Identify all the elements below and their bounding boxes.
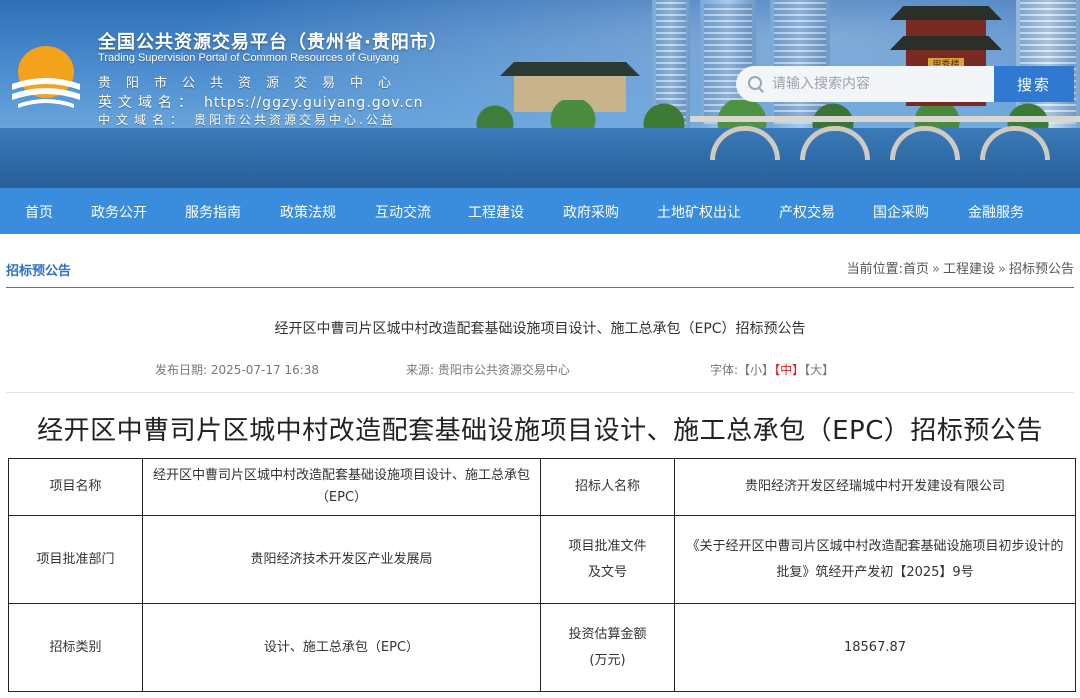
font-large-button[interactable]: 【大】 <box>804 363 834 377</box>
breadcrumb-separator: » <box>932 262 940 277</box>
domain-en-value: https://ggzy.guiyang.gov.cn <box>204 95 424 111</box>
table-label: 项目批准部门 <box>8 515 143 604</box>
nav-item-finance[interactable]: 金融服务 <box>968 202 1024 222</box>
nav-item-soe-procurement[interactable]: 国企采购 <box>873 202 929 222</box>
table-value: 经开区中曹司片区城中村改造配套基础设施项目设计、施工总承包（EPC） <box>142 458 541 516</box>
breadcrumb-prefix: 当前位置: <box>846 262 904 277</box>
content-heading: 经开区中曹司片区城中村改造配套基础设施项目设计、施工总承包（EPC）招标预公告 <box>37 416 1043 446</box>
site-logo-icon[interactable] <box>8 42 84 110</box>
section-header: 招标预公告 当前位置:首页» 工程建设» 招标预公告 <box>6 250 1074 288</box>
font-size-label: 字体: <box>710 363 739 377</box>
breadcrumb-engineering[interactable]: 工程建设 <box>943 262 995 277</box>
table-value: 《关于经开区中曹司片区城中村改造配套基础设施项目初步设计的批复》筑经开产发初【2… <box>674 515 1076 604</box>
font-size-controls: 字体:【小】【中】【大】 <box>710 361 834 378</box>
nav-item-land-mining[interactable]: 土地矿权出让 <box>657 202 741 222</box>
breadcrumb-separator: » <box>998 262 1006 277</box>
project-info-table: 项目名称 经开区中曹司片区城中村改造配套基础设施项目设计、施工总承包（EPC） … <box>8 458 1076 692</box>
search-icon <box>748 76 764 92</box>
publish-date-label: 发布日期: <box>155 363 208 377</box>
nav-item-home[interactable]: 首页 <box>25 202 53 222</box>
table-value: 贵阳经济开发区经瑞城中村开发建设有限公司 <box>674 458 1076 516</box>
nav-item-policy[interactable]: 政策法规 <box>280 202 336 222</box>
nav-item-property[interactable]: 产权交易 <box>779 202 835 222</box>
site-title-english: Trading Supervision Portal of Common Res… <box>98 52 400 64</box>
nav-item-gov-affairs[interactable]: 政务公开 <box>91 202 147 222</box>
divider <box>6 392 1074 393</box>
font-medium-button[interactable]: 【中】 <box>774 363 804 377</box>
nav-item-gov-procurement[interactable]: 政府采购 <box>563 202 619 222</box>
breadcrumb-current[interactable]: 招标预公告 <box>1009 262 1074 277</box>
nav-item-interaction[interactable]: 互动交流 <box>375 202 431 222</box>
table-value: 贵阳经济技术开发区产业发展局 <box>142 515 541 604</box>
nav-item-engineering[interactable]: 工程建设 <box>468 202 524 222</box>
publish-date: 发布日期: 2025-07-17 16:38 <box>155 361 319 378</box>
site-subtitle: 贵阳市公共资源交易中心 <box>98 76 407 91</box>
search-input[interactable] <box>772 76 992 92</box>
table-label: 项目批准文件及文号 <box>540 515 675 604</box>
domain-en: 英文域名： https://ggzy.guiyang.gov.cn <box>98 92 423 112</box>
table-label: 招标人名称 <box>540 458 675 516</box>
source-value: 贵阳市公共资源交易中心 <box>437 363 570 377</box>
table-value: 18567.87 <box>674 603 1076 692</box>
table-label: 投资估算金额(万元) <box>540 603 675 692</box>
domain-cn-value: 贵阳市公共资源交易中心.公益 <box>194 113 396 127</box>
breadcrumb-home[interactable]: 首页 <box>903 262 929 277</box>
table-row: 项目名称 经开区中曹司片区城中村改造配套基础设施项目设计、施工总承包（EPC） … <box>8 458 1076 516</box>
font-small-button[interactable]: 【小】 <box>738 363 774 377</box>
site-title: 全国公共资源交易平台（贵州省·贵阳市） <box>98 32 448 53</box>
table-label: 项目名称 <box>8 458 143 516</box>
table-value: 设计、施工总承包（EPC） <box>142 603 541 692</box>
search-box <box>736 66 994 102</box>
nav-item-service-guide[interactable]: 服务指南 <box>185 202 241 222</box>
domain-cn-label: 中文域名： <box>98 113 189 127</box>
main-nav: 首页 政务公开 服务指南 政策法规 互动交流 工程建设 政府采购 土地矿权出让 … <box>0 188 1080 234</box>
source-label: 来源: <box>406 363 435 377</box>
article-title: 经开区中曹司片区城中村改造配套基础设施项目设计、施工总承包（EPC）招标预公告 <box>274 321 806 337</box>
bridge-illustration <box>690 116 1080 160</box>
domain-en-label: 英文域名： <box>98 95 198 111</box>
table-row: 招标类别 设计、施工总承包（EPC） 投资估算金额(万元) 18567.87 <box>8 603 1076 692</box>
header-banner: 甲秀楼 全国公共资源交易平台（贵州省·贵阳市） Trading Supervis… <box>0 0 1080 188</box>
breadcrumb: 当前位置:首页» 工程建设» 招标预公告 <box>847 258 1074 277</box>
source: 来源: 贵阳市公共资源交易中心 <box>406 361 570 378</box>
section-title: 招标预公告 <box>6 264 72 279</box>
table-row: 项目批准部门 贵阳经济技术开发区产业发展局 项目批准文件及文号 《关于经开区中曹… <box>8 515 1076 604</box>
domain-cn: 中文域名： 贵阳市公共资源交易中心.公益 <box>98 111 396 128</box>
publish-date-value: 2025-07-17 16:38 <box>210 363 320 377</box>
search-button[interactable]: 搜索 <box>994 66 1074 102</box>
table-label: 招标类别 <box>8 603 143 692</box>
